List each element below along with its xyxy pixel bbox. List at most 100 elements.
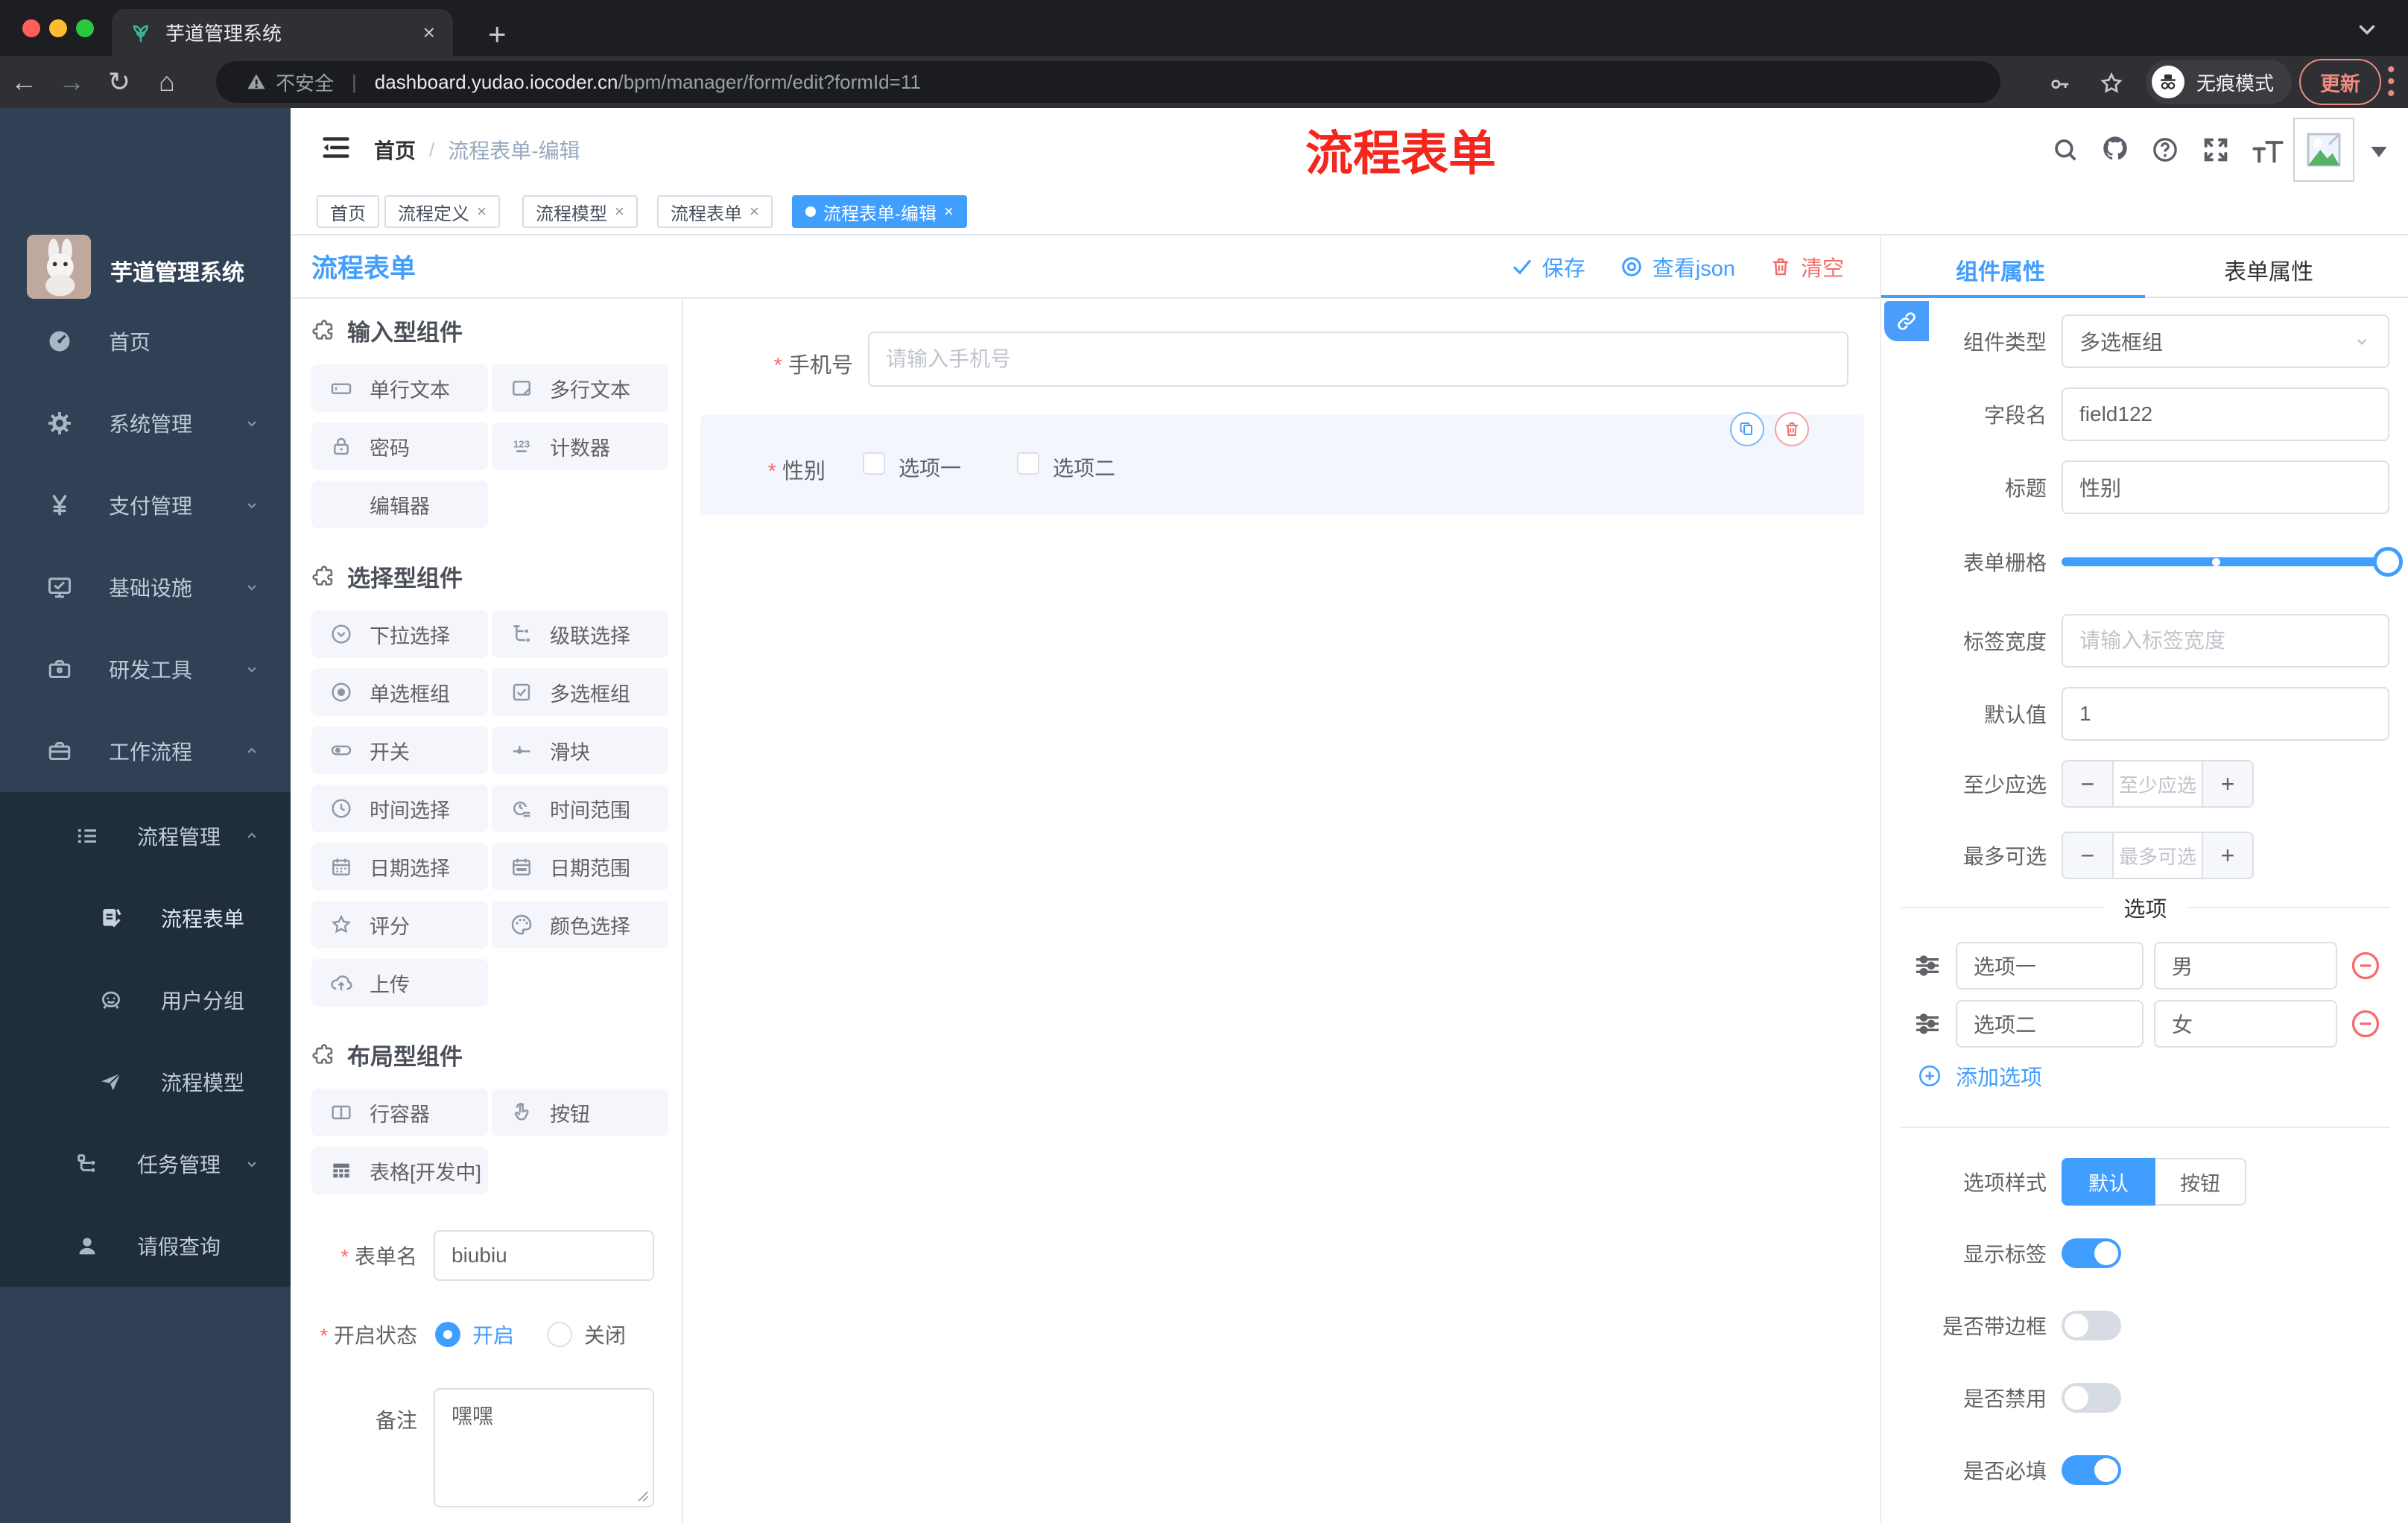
component-single-line-text[interactable]: 单行文本	[311, 364, 488, 412]
component-date-picker[interactable]: 日期选择	[311, 843, 488, 890]
sidebar-item-infrastructure[interactable]: 基础设施	[0, 546, 291, 628]
form-canvas[interactable]: 手机号 性别 选项一 选项二	[683, 299, 1880, 1523]
canvas-gender-field-selected[interactable]: 性别 选项一 选项二	[700, 412, 1864, 515]
avatar[interactable]	[2293, 118, 2354, 182]
component-rate[interactable]: 评分	[311, 901, 488, 949]
label-width-input[interactable]	[2062, 614, 2389, 668]
component-button[interactable]: 按钮	[492, 1089, 668, 1136]
forward-icon[interactable]: →	[48, 66, 95, 98]
reload-icon[interactable]: ↻	[95, 66, 143, 98]
min-select-stepper[interactable]: − 至少应选 +	[2062, 760, 2254, 808]
required-toggle[interactable]	[2062, 1455, 2121, 1485]
search-icon[interactable]	[2050, 135, 2080, 165]
view-json-button[interactable]: 查看json	[1620, 251, 1735, 282]
tag-close-icon[interactable]: ×	[750, 203, 759, 220]
component-checkbox-group[interactable]: 多选框组	[492, 668, 668, 716]
gender-option2-label[interactable]: 选项二	[1053, 452, 1115, 482]
resize-grip-icon[interactable]	[635, 1488, 650, 1503]
border-toggle[interactable]	[2062, 1311, 2121, 1340]
avatar-caret-icon[interactable]	[2371, 147, 2387, 157]
component-switch[interactable]: 开关	[311, 726, 488, 774]
gender-option2-checkbox[interactable]	[1017, 452, 1039, 475]
remove-option-icon[interactable]	[2349, 1007, 2382, 1040]
phone-field-input[interactable]	[868, 332, 1848, 387]
gender-option1-checkbox[interactable]	[863, 452, 885, 475]
sidebar-item-process-form[interactable]: 流程表单	[0, 877, 291, 959]
tab-form-props[interactable]: 表单属性	[2224, 253, 2313, 286]
component-radio-group[interactable]: 单选框组	[311, 668, 488, 716]
sidebar-item-task-management[interactable]: 任务管理	[0, 1123, 291, 1205]
field-name-input[interactable]	[2062, 387, 2389, 441]
breadcrumb-home[interactable]: 首页	[374, 135, 416, 165]
component-type-select[interactable]: 多选框组	[2062, 314, 2389, 368]
tab-component-props[interactable]: 组件属性	[1956, 253, 2045, 286]
duplicate-component-button[interactable]	[1730, 412, 1764, 446]
option-style-default-button[interactable]: 默认	[2062, 1158, 2155, 1206]
component-multi-line-text[interactable]: 多行文本	[492, 364, 668, 412]
sidebar-item-home[interactable]: 首页	[0, 300, 291, 382]
slider-handle[interactable]	[2373, 547, 2403, 577]
sidebar-item-devtools[interactable]: 研发工具	[0, 628, 291, 710]
component-date-range[interactable]: 日期范围	[492, 843, 668, 890]
stepper-value[interactable]: 最多可选	[2112, 833, 2203, 878]
sidebar-item-process-management[interactable]: 流程管理	[0, 795, 291, 877]
tag-close-icon[interactable]: ×	[944, 203, 954, 220]
form-name-input[interactable]	[434, 1230, 654, 1281]
sidebar-item-workflow[interactable]: 工作流程	[0, 710, 291, 792]
sidebar-collapse-icon[interactable]	[319, 130, 353, 165]
sidebar-item-payment[interactable]: 支付管理	[0, 464, 291, 546]
browser-menu-dots-icon[interactable]: • • •	[2387, 59, 2395, 105]
remove-option-icon[interactable]	[2349, 949, 2382, 982]
url-bar[interactable]: 不安全 | dashboard.yudao.iocoder.cn/bpm/man…	[216, 61, 2000, 103]
stepper-plus-button[interactable]: +	[2203, 762, 2252, 806]
tag-process-form[interactable]: 流程表单 ×	[657, 195, 773, 228]
sidebar-item-system[interactable]: 系统管理	[0, 382, 291, 464]
back-icon[interactable]: ←	[0, 66, 48, 98]
component-select[interactable]: 下拉选择	[311, 610, 488, 658]
traffic-light-zoom[interactable]	[76, 19, 94, 37]
save-button[interactable]: 保存	[1511, 251, 1585, 282]
default-value-input[interactable]	[2062, 687, 2389, 741]
radio-on-label[interactable]: 开启	[472, 1320, 514, 1349]
tag-process-form-edit[interactable]: 流程表单-编辑 ×	[792, 195, 967, 228]
option-label-input[interactable]	[1956, 1000, 2144, 1048]
component-row-container[interactable]: 行容器	[311, 1089, 488, 1136]
form-remark-textarea[interactable]: 嘿嘿	[434, 1388, 654, 1507]
disabled-toggle[interactable]	[2062, 1383, 2121, 1413]
option-style-button-button[interactable]: 按钮	[2155, 1158, 2246, 1206]
form-grid-slider[interactable]	[2062, 545, 2403, 578]
show-label-toggle[interactable]	[2062, 1238, 2121, 1268]
option-value-input[interactable]	[2154, 1000, 2337, 1048]
new-tab-icon[interactable]: +	[488, 16, 507, 52]
tabstrip-chevron-icon[interactable]	[2354, 21, 2380, 39]
component-table[interactable]: 表格[开发中]	[311, 1147, 488, 1194]
component-time-picker[interactable]: 时间选择	[311, 785, 488, 832]
component-editor[interactable]: 编辑器	[311, 481, 488, 528]
stepper-value[interactable]: 至少应选	[2112, 762, 2203, 806]
sidebar-item-process-model[interactable]: 流程模型	[0, 1041, 291, 1123]
component-slider[interactable]: 滑块	[492, 726, 668, 774]
add-option-button[interactable]: 添加选项	[1881, 1057, 2408, 1095]
stepper-minus-button[interactable]: −	[2063, 762, 2112, 806]
sidebar-item-leave-query[interactable]: 请假查询	[0, 1205, 291, 1287]
browser-tab[interactable]: 芋道管理系统 ×	[112, 9, 453, 56]
drag-handle-icon[interactable]	[1913, 951, 1942, 981]
component-cascader[interactable]: 级联选择	[492, 610, 668, 658]
traffic-light-close[interactable]	[22, 19, 40, 37]
stepper-plus-button[interactable]: +	[2203, 833, 2252, 878]
stepper-minus-button[interactable]: −	[2063, 833, 2112, 878]
help-icon[interactable]	[2150, 135, 2180, 165]
option-label-input[interactable]	[1956, 942, 2144, 990]
max-select-stepper[interactable]: − 最多可选 +	[2062, 832, 2254, 879]
home-icon[interactable]: ⌂	[143, 66, 191, 98]
component-counter[interactable]: 123 计数器	[492, 422, 668, 470]
component-time-range[interactable]: 时间范围	[492, 785, 668, 832]
tag-process-definition[interactable]: 流程定义 ×	[384, 195, 500, 228]
gender-option1-label[interactable]: 选项一	[899, 452, 961, 482]
component-upload[interactable]: 上传	[311, 959, 488, 1007]
component-color-picker[interactable]: 颜色选择	[492, 901, 668, 949]
tag-close-icon[interactable]: ×	[477, 203, 487, 220]
tab-close-icon[interactable]: ×	[423, 21, 435, 45]
sidebar-item-user-groups[interactable]: 用户分组	[0, 959, 291, 1041]
radio-off-label[interactable]: 关闭	[584, 1320, 626, 1349]
